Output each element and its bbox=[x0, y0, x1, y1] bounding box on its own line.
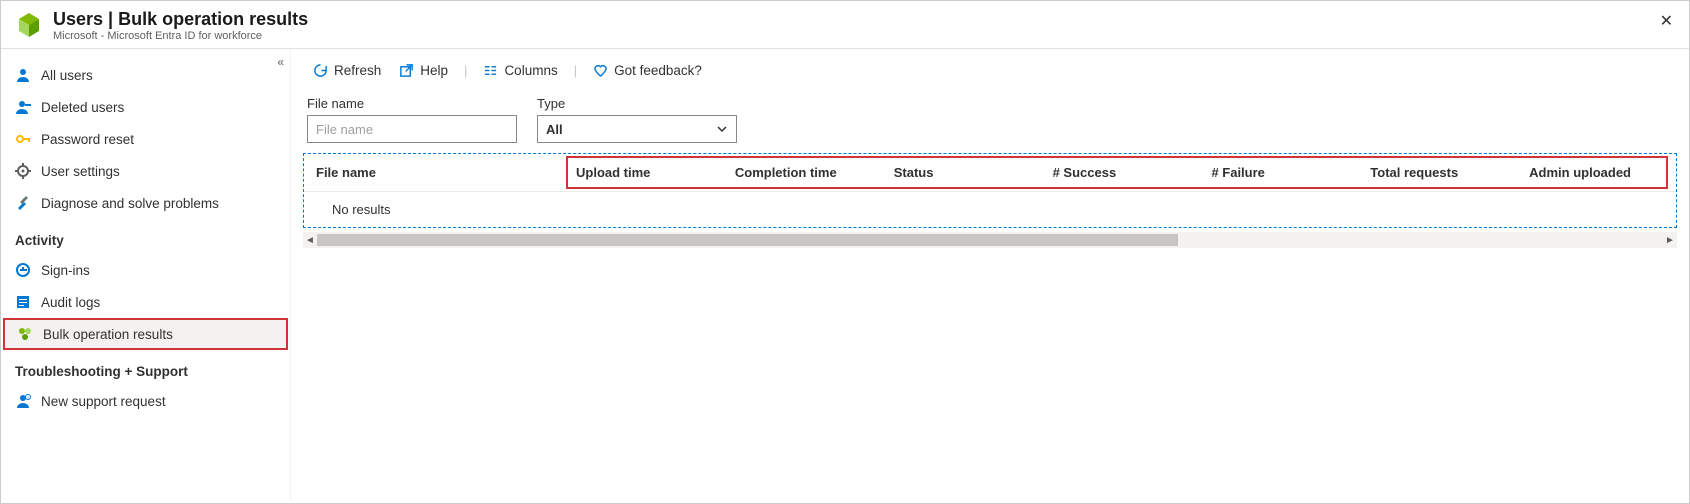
help-button[interactable]: Help bbox=[393, 59, 454, 82]
bulk-icon bbox=[17, 326, 33, 342]
sidebar-item-sign-ins[interactable]: Sign-ins bbox=[1, 254, 290, 286]
sidebar-item-deleted-users[interactable]: Deleted users bbox=[1, 91, 290, 123]
close-button[interactable]: ✕ bbox=[1660, 11, 1673, 31]
type-filter-label: Type bbox=[537, 96, 737, 111]
page-header: Users | Bulk operation results Microsoft… bbox=[1, 1, 1689, 49]
main-content: Refresh Help | Columns | Got feedba bbox=[291, 49, 1689, 501]
sidebar-item-label: Audit logs bbox=[41, 295, 100, 310]
type-filter-value: All bbox=[546, 122, 563, 137]
column-header-failure[interactable]: # Failure bbox=[1199, 165, 1358, 180]
sidebar-item-label: User settings bbox=[41, 164, 120, 179]
person-minus-icon bbox=[15, 99, 31, 115]
page-subtitle: Microsoft - Microsoft Entra ID for workf… bbox=[53, 30, 308, 42]
filename-filter-input[interactable] bbox=[307, 115, 517, 143]
key-icon bbox=[15, 131, 31, 147]
type-filter-select[interactable]: All bbox=[537, 115, 737, 143]
sidebar-item-label: New support request bbox=[41, 394, 166, 409]
collapse-sidebar-button[interactable]: « bbox=[277, 55, 284, 69]
external-link-icon bbox=[399, 63, 414, 78]
signin-icon bbox=[15, 262, 31, 278]
sidebar-item-all-users[interactable]: All users bbox=[1, 59, 290, 91]
scroll-left-arrow[interactable]: ◄ bbox=[303, 235, 317, 246]
refresh-icon bbox=[313, 63, 328, 78]
sidebar-item-bulk-operation-results[interactable]: Bulk operation results bbox=[3, 318, 288, 350]
filename-filter-label: File name bbox=[307, 96, 517, 111]
results-table: File name Upload time Completion time St… bbox=[303, 153, 1677, 228]
columns-icon bbox=[483, 63, 498, 78]
sidebar-item-audit-logs[interactable]: Audit logs bbox=[1, 286, 290, 318]
column-header-file-name[interactable]: File name bbox=[304, 165, 564, 180]
column-header-status[interactable]: Status bbox=[882, 165, 1041, 180]
column-header-success[interactable]: # Success bbox=[1041, 165, 1200, 180]
column-header-admin-uploaded[interactable]: Admin uploaded bbox=[1517, 165, 1676, 180]
columns-button[interactable]: Columns bbox=[477, 59, 563, 82]
wrench-icon bbox=[15, 195, 31, 211]
sidebar-item-new-support-request[interactable]: ? New support request bbox=[1, 385, 290, 417]
sidebar-item-label: Deleted users bbox=[41, 100, 124, 115]
columns-label: Columns bbox=[504, 63, 557, 78]
sidebar-item-password-reset[interactable]: Password reset bbox=[1, 123, 290, 155]
table-header-row: File name Upload time Completion time St… bbox=[304, 154, 1676, 192]
feedback-label: Got feedback? bbox=[614, 63, 702, 78]
sidebar-item-label: Sign-ins bbox=[41, 263, 90, 278]
person-icon bbox=[15, 67, 31, 83]
page-title: Users | Bulk operation results bbox=[53, 9, 308, 30]
toolbar: Refresh Help | Columns | Got feedba bbox=[291, 49, 1689, 92]
sidebar-item-label: Bulk operation results bbox=[43, 327, 173, 342]
sidebar-item-label: All users bbox=[41, 68, 93, 83]
sidebar: « All users Deleted users Password reset… bbox=[1, 49, 291, 501]
sidebar-item-label: Diagnose and solve problems bbox=[41, 196, 219, 211]
log-icon bbox=[15, 294, 31, 310]
sidebar-item-label: Password reset bbox=[41, 132, 134, 147]
logo-icon bbox=[15, 11, 43, 39]
feedback-button[interactable]: Got feedback? bbox=[587, 59, 708, 82]
column-header-completion-time[interactable]: Completion time bbox=[723, 165, 882, 180]
refresh-button[interactable]: Refresh bbox=[307, 59, 387, 82]
sidebar-section-troubleshooting: Troubleshooting + Support bbox=[1, 350, 290, 385]
toolbar-separator: | bbox=[570, 63, 581, 78]
filter-bar: File name Type All bbox=[291, 92, 1689, 153]
empty-state: No results bbox=[304, 192, 1676, 227]
horizontal-scrollbar[interactable]: ◄ ► bbox=[303, 232, 1677, 248]
sidebar-item-diagnose[interactable]: Diagnose and solve problems bbox=[1, 187, 290, 219]
scroll-thumb[interactable] bbox=[317, 234, 1178, 246]
gear-icon bbox=[15, 163, 31, 179]
column-header-total-requests[interactable]: Total requests bbox=[1358, 165, 1517, 180]
support-icon: ? bbox=[15, 393, 31, 409]
column-header-upload-time[interactable]: Upload time bbox=[564, 165, 723, 180]
heart-icon bbox=[593, 63, 608, 78]
toolbar-separator: | bbox=[460, 63, 471, 78]
sidebar-item-user-settings[interactable]: User settings bbox=[1, 155, 290, 187]
chevron-down-icon bbox=[716, 123, 728, 135]
help-label: Help bbox=[420, 63, 448, 78]
refresh-label: Refresh bbox=[334, 63, 381, 78]
scroll-right-arrow[interactable]: ► bbox=[1663, 235, 1677, 246]
sidebar-section-activity: Activity bbox=[1, 219, 290, 254]
scroll-track[interactable] bbox=[317, 234, 1663, 246]
